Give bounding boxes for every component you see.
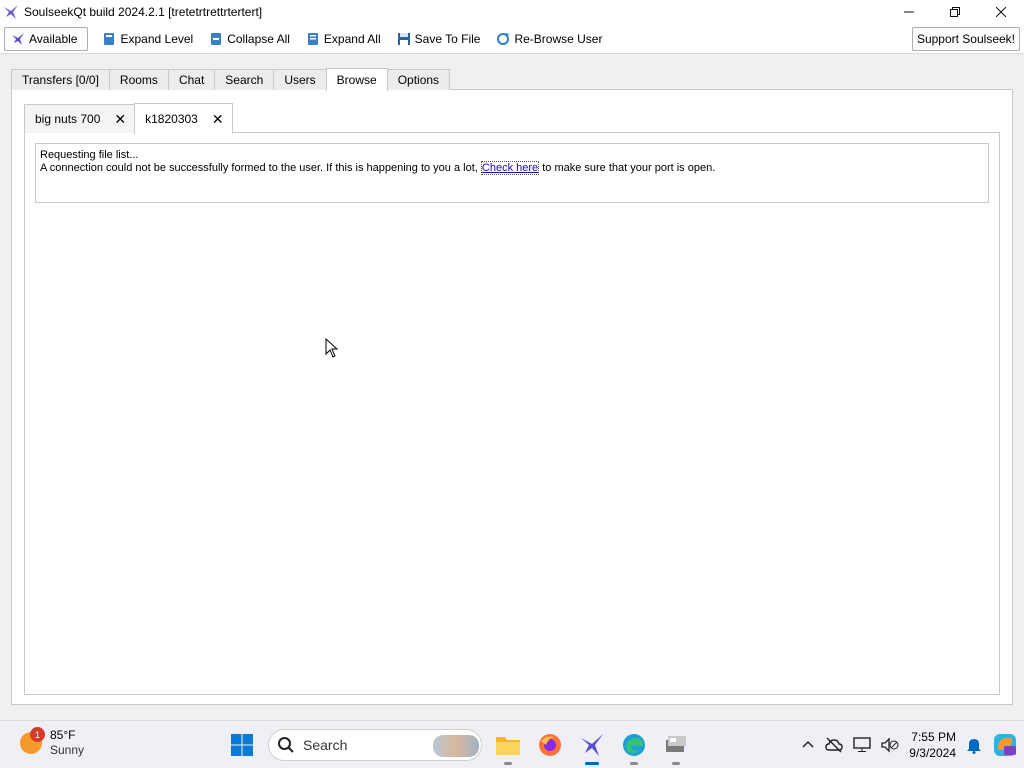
taskbar-soulseek[interactable] — [576, 729, 608, 765]
taskbar-search[interactable]: Search — [268, 729, 482, 761]
status-label: Available — [29, 31, 78, 46]
taskbar-file-explorer[interactable] — [492, 729, 524, 765]
expand-level-button[interactable]: Expand Level — [94, 27, 201, 51]
tab-rooms[interactable]: Rooms — [108, 69, 169, 90]
search-placeholder: Search — [303, 737, 348, 753]
browse-tab-user-active[interactable]: k1820303 ✕ — [134, 103, 233, 134]
windows-logo-icon — [231, 734, 253, 756]
tab-search[interactable]: Search — [214, 69, 275, 90]
cloud-offline-icon[interactable] — [825, 737, 843, 753]
start-button[interactable] — [226, 729, 258, 761]
toolbar: Available Expand Level Collapse All Expa… — [0, 24, 1024, 54]
browse-user-tab-bar: big nuts 700 ✕ k1820303 ✕ — [24, 102, 233, 134]
close-icon — [996, 7, 1006, 17]
soulseek-bird-icon — [4, 5, 18, 19]
clock-time: 7:55 PM — [911, 730, 956, 744]
restore-button[interactable] — [932, 0, 978, 24]
tab-users[interactable]: Users — [273, 69, 327, 90]
soulseek-bird-icon — [581, 734, 603, 756]
browse-tab-user[interactable]: big nuts 700 ✕ — [24, 104, 136, 133]
clock-date: 9/3/2024 — [909, 746, 956, 760]
network-icon[interactable] — [853, 737, 871, 753]
close-tab-icon[interactable]: ✕ — [114, 112, 126, 126]
window-title: SoulseekQt build 2024.2.1 [tretetrtrettr… — [24, 5, 263, 19]
minimize-button[interactable] — [886, 0, 932, 24]
file-list-status-box: Requesting file list... A connection cou… — [35, 143, 989, 203]
refresh-icon — [497, 32, 510, 45]
tab-browse[interactable]: Browse — [325, 68, 388, 91]
firefox-icon — [539, 734, 561, 756]
taskbar-clock[interactable]: 7:55 PM 9/3/2024 — [909, 729, 956, 761]
support-label: Support Soulseek! — [916, 32, 1015, 46]
search-highlight-image — [433, 735, 479, 757]
folder-icon — [496, 737, 520, 755]
error-text-before: A connection could not be successfully f… — [40, 162, 481, 174]
windows-taskbar: 1 85°F Sunny Search 7:55 PM 9/3/2024 — [0, 720, 1024, 768]
search-icon — [278, 737, 294, 753]
status-line-connection-error: A connection could not be successfully f… — [40, 161, 984, 175]
sun-icon: 1 — [20, 727, 45, 754]
expand-level-label: Expand Level — [120, 31, 194, 46]
edge-icon — [623, 734, 645, 756]
rebrowse-user-button[interactable]: Re-Browse User — [488, 27, 610, 51]
user-browse-area — [24, 132, 1000, 695]
soulseek-bird-icon — [12, 32, 24, 45]
collapse-all-label: Collapse All — [227, 31, 290, 46]
mouse-pointer-icon — [325, 338, 339, 358]
expand-all-button[interactable]: Expand All — [298, 27, 389, 51]
floppy-disk-icon — [397, 32, 410, 45]
minimize-icon — [904, 11, 914, 13]
expand-all-label: Expand All — [323, 31, 381, 46]
weather-condition: Sunny — [50, 743, 85, 757]
taskbar-app[interactable] — [660, 729, 692, 765]
collapse-icon — [211, 32, 222, 45]
copilot-icon[interactable] — [992, 732, 1018, 758]
restore-icon — [950, 7, 960, 17]
taskbar-edge[interactable] — [618, 729, 650, 765]
save-to-file-button[interactable]: Save To File — [389, 27, 489, 51]
tree-level-icon — [104, 32, 115, 45]
status-button[interactable]: Available — [4, 26, 89, 51]
tab-transfers[interactable]: Transfers [0/0] — [11, 69, 110, 90]
volume-muted-icon[interactable] — [881, 737, 899, 753]
expand-icon — [307, 32, 318, 45]
title-bar: SoulseekQt build 2024.2.1 [tretetrtrettr… — [0, 0, 1024, 24]
save-to-file-label: Save To File — [414, 31, 481, 46]
notification-badge: 1 — [30, 727, 45, 742]
tab-chat[interactable]: Chat — [167, 69, 216, 90]
chevron-up-icon[interactable] — [801, 738, 815, 752]
browse-tab-label: k1820303 — [145, 112, 198, 126]
system-tray: 7:55 PM 9/3/2024 — [801, 727, 1018, 763]
weather-widget[interactable]: 1 85°F Sunny — [20, 727, 85, 758]
rebrowse-user-label: Re-Browse User — [514, 31, 603, 46]
close-tab-icon[interactable]: ✕ — [212, 112, 224, 126]
notification-bell-icon[interactable] — [966, 736, 982, 754]
main-tab-bar: Transfers [0/0] Rooms Chat Search Users … — [11, 68, 451, 91]
browse-tab-label: big nuts 700 — [35, 112, 101, 126]
close-button[interactable] — [978, 0, 1024, 24]
error-text-after: to make sure that your port is open. — [539, 162, 716, 174]
check-here-link[interactable]: Check here — [480, 161, 540, 175]
tab-options[interactable]: Options — [386, 69, 451, 90]
temperature: 85°F — [50, 728, 76, 742]
taskbar-firefox[interactable] — [534, 729, 566, 761]
support-soulseek-button[interactable]: Support Soulseek! — [911, 27, 1020, 51]
app-icon — [666, 736, 686, 752]
collapse-all-button[interactable]: Collapse All — [201, 27, 298, 51]
